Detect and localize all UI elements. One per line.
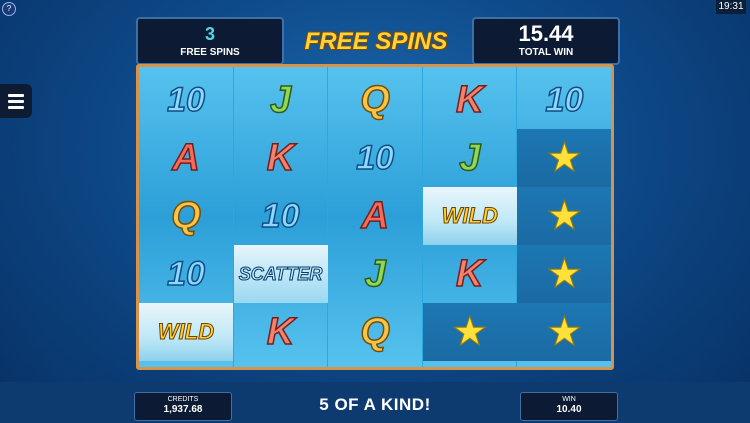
win-value: 10.40 (556, 404, 582, 415)
reel-symbol: 10 (139, 71, 233, 129)
reel-3: Q 10 A J Q (328, 67, 422, 367)
reels: 10 A Q 10 WILD J K 10 SCATTER K Q 10 A J Q K J WILD K ★ 10 ★ ★… (139, 67, 612, 367)
symbol-wild: WILD (157, 319, 215, 344)
reel-symbol: Q (328, 71, 422, 129)
symbol-q: Q (360, 79, 391, 121)
reel-symbol: J (328, 245, 422, 303)
reel-symbol: Q (139, 187, 233, 245)
reel-symbol: A (328, 187, 422, 245)
reel-2: J K 10 SCATTER K (233, 67, 328, 367)
free-spins-title: FREE SPINS (304, 28, 448, 55)
hamburger-menu-icon (8, 93, 24, 97)
reel-symbol: A (139, 129, 233, 187)
symbol-10: 10 (166, 255, 205, 293)
symbol-10: 10 (261, 197, 300, 235)
symbol-j: J (458, 137, 481, 179)
symbol-wild: WILD (441, 203, 498, 228)
reel-symbol: 10 (139, 245, 233, 303)
reel-symbol: ★ (517, 129, 612, 187)
symbol-k: K (455, 253, 484, 295)
reel-4: K J WILD K ★ (422, 67, 517, 367)
reel-symbol: J (234, 71, 328, 129)
symbol-10: 10 (356, 139, 395, 177)
symbol-scatter: SCATTER (238, 264, 323, 284)
credits-display: CREDITS 1,937.68 (134, 392, 232, 421)
hamburger-menu-icon-line (8, 99, 24, 103)
free-spins-label: FREE SPINS (180, 47, 240, 58)
symbol-k: K (455, 79, 484, 121)
menu-button[interactable] (0, 84, 32, 118)
reel-symbol: 10 (234, 187, 328, 245)
win-message: 5 OF A KIND! (319, 395, 431, 414)
win-display: WIN 10.40 (520, 392, 618, 421)
reel-symbol: K (234, 129, 328, 187)
symbol-j: J (269, 79, 292, 121)
reel-symbol: WILD (139, 303, 233, 361)
symbol-j: J (364, 253, 387, 295)
symbol-k: K (266, 137, 295, 179)
symbol-10: 10 (166, 81, 205, 119)
reel-symbol: ★ (517, 303, 612, 361)
starfish-icon: ★ (546, 310, 583, 355)
reel-symbol: K (234, 303, 328, 361)
symbol-a: A (361, 195, 390, 237)
background-decoration-left (0, 163, 120, 393)
reel-symbol: K (423, 245, 517, 303)
starfish-icon: ★ (546, 136, 583, 181)
reel-1: 10 A Q 10 WILD (139, 67, 233, 367)
symbol-q: Q (360, 311, 391, 353)
credits-label: CREDITS (167, 396, 199, 403)
reel-symbol: SCATTER (233, 245, 328, 303)
reel-symbol: ★ (517, 245, 612, 303)
reel-5: 10 ★ ★ ★ ★ (517, 67, 612, 367)
reel-symbol: ★ (517, 187, 612, 245)
total-win-counter: 15.44 TOTAL WIN (472, 17, 620, 65)
free-spins-counter: 3 FREE SPINS (136, 17, 284, 65)
credits-value: 1,937.68 (163, 404, 203, 415)
reel-frame: 10 A Q 10 WILD J K 10 SCATTER K Q 10 A J Q K J WILD K ★ 10 ★ ★… (136, 64, 614, 370)
clock: 19:31 (716, 0, 746, 14)
reel-symbol: J (423, 129, 517, 187)
reel-symbol: 10 (328, 129, 422, 187)
reel-symbol: K (423, 71, 517, 129)
background-decoration-right (630, 163, 750, 393)
starfish-icon: ★ (451, 310, 488, 355)
total-win-value: 15.44 (518, 21, 574, 46)
free-spins-value: 3 (204, 24, 215, 44)
reel-symbol: 10 (517, 71, 611, 129)
symbol-k: K (266, 311, 295, 353)
hamburger-menu-icon-line (8, 105, 24, 109)
reel-symbol: ★ (422, 303, 517, 361)
symbol-10: 10 (545, 81, 584, 119)
total-win-label: TOTAL WIN (518, 47, 574, 58)
win-label: WIN (562, 396, 576, 403)
reel-symbol: Q (328, 303, 422, 361)
starfish-icon: ★ (546, 194, 583, 239)
symbol-a: A (172, 137, 201, 179)
symbol-q: Q (170, 195, 201, 237)
starfish-icon: ★ (546, 252, 583, 297)
help-icon[interactable]: ? (2, 2, 16, 16)
reel-symbol: WILD (422, 187, 517, 245)
